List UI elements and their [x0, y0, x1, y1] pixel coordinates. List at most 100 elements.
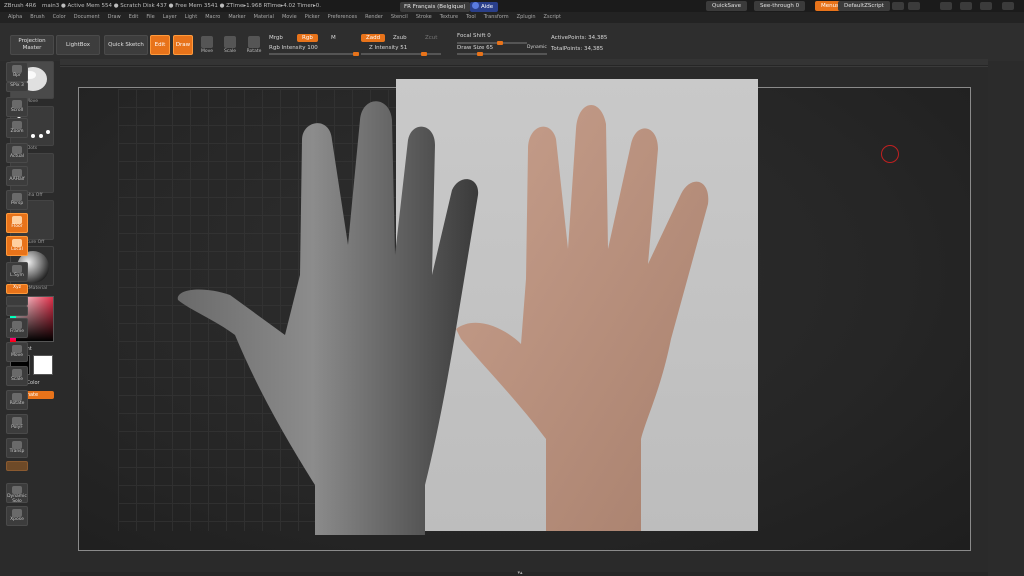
- menu-brush[interactable]: Brush: [30, 14, 44, 20]
- window-icon-1[interactable]: [892, 2, 904, 10]
- persp-icon: [12, 193, 22, 201]
- menu-light[interactable]: Light: [185, 14, 197, 20]
- menu-bar: Alpha Brush Color Document Draw Edit File Layer…: [0, 12, 1024, 23]
- right-shelf-label: Zoom: [10, 129, 24, 134]
- right-shelf-dynamic-solo[interactable]: Dynamic Solo: [6, 483, 28, 504]
- m-toggle[interactable]: M: [331, 35, 336, 41]
- draw-button[interactable]: Draw: [173, 35, 193, 55]
- z-intensity-slider[interactable]: [361, 52, 441, 56]
- right-shelf-zoom[interactable]: Zoom: [6, 118, 28, 138]
- zadd-toggle[interactable]: Zadd: [361, 34, 386, 42]
- move-tool[interactable]: Move: [199, 36, 215, 54]
- right-shelf-label: Frame: [9, 329, 25, 334]
- right-shelf-actual[interactable]: Actual: [6, 143, 28, 163]
- right-shelf-label: L.Sym: [10, 273, 24, 278]
- right-shelf-label: Dynamic Solo: [7, 494, 27, 504]
- right-shelf-frame[interactable]: Frame: [6, 318, 28, 338]
- right-shelf-floor[interactable]: Floor: [6, 213, 28, 233]
- rotate-tool[interactable]: Rotate: [245, 36, 263, 54]
- menu-movie[interactable]: Movie: [282, 14, 297, 20]
- menu-render[interactable]: Render: [365, 14, 383, 20]
- right-shelf-spix-3[interactable]: SPix 3: [6, 82, 28, 92]
- menu-material[interactable]: Material: [254, 14, 274, 20]
- window-icon-3[interactable]: [940, 2, 952, 10]
- menu-edit[interactable]: Edit: [129, 14, 139, 20]
- right-shelf-rotate[interactable]: Rotate: [6, 390, 28, 410]
- menu-draw[interactable]: Draw: [108, 14, 121, 20]
- right-shelf-scale[interactable]: Scale: [6, 366, 28, 386]
- right-shelf-label: Actual: [9, 154, 25, 159]
- rgb-toggle[interactable]: Rgb: [297, 34, 318, 42]
- right-shelf-persp[interactable]: Persp: [6, 190, 28, 210]
- bottom-tray-arrows-icon[interactable]: ▾▴: [505, 570, 535, 576]
- menu-color[interactable]: Color: [53, 14, 66, 20]
- quicksave-button[interactable]: QuickSave: [706, 1, 748, 11]
- mrgb-toggle[interactable]: Mrgb: [269, 35, 283, 41]
- aahalf-icon: [12, 169, 22, 177]
- right-shelf-label: Scale: [10, 377, 24, 382]
- right-shelf-bpr[interactable]: Bpr: [6, 62, 28, 82]
- dynamic-toggle[interactable]: Dynamic: [527, 45, 547, 50]
- right-shelf-blank-11[interactable]: [6, 296, 28, 306]
- menu-document[interactable]: Document: [74, 14, 100, 20]
- language-selector[interactable]: FR Français (Belgique): [400, 2, 470, 12]
- right-shelf-label: SPix 3: [10, 83, 24, 88]
- secondary-color-swatch[interactable]: [33, 355, 53, 375]
- right-shelf-scroll[interactable]: Scroll: [6, 97, 28, 117]
- scale-tool[interactable]: Scale: [222, 36, 238, 54]
- close-icon[interactable]: [1002, 2, 1014, 10]
- right-shelf-xyz[interactable]: Xyz: [6, 284, 28, 294]
- lightbox-button[interactable]: LightBox: [56, 35, 100, 55]
- scale-icon: [12, 369, 22, 377]
- menu-zplugin[interactable]: Zplugin: [517, 14, 536, 20]
- total-points: TotalPoints: 34,385: [551, 46, 604, 52]
- projection-master-button[interactable]: Projection Master: [10, 35, 54, 55]
- menu-stroke[interactable]: Stroke: [416, 14, 432, 20]
- polyf-icon: [12, 417, 22, 425]
- menu-preferences[interactable]: Preferences: [328, 14, 357, 20]
- focal-shift-slider[interactable]: [457, 41, 527, 45]
- actual-icon: [12, 146, 22, 154]
- menu-zscript[interactable]: Zscript: [544, 14, 561, 20]
- right-shelf-blank-12[interactable]: [6, 306, 28, 316]
- menu-marker[interactable]: Marker: [228, 14, 245, 20]
- minimize-icon[interactable]: [960, 2, 972, 10]
- menu-transform[interactable]: Transform: [484, 14, 509, 20]
- menu-tool[interactable]: Tool: [466, 14, 476, 20]
- horizontal-scrollbar[interactable]: [60, 59, 988, 65]
- menu-texture[interactable]: Texture: [440, 14, 458, 20]
- zsub-toggle[interactable]: Zsub: [393, 35, 407, 41]
- quick-sketch-button[interactable]: Quick Sketch: [104, 35, 148, 55]
- draw-size-slider[interactable]: [457, 52, 547, 56]
- zcut-toggle[interactable]: Zcut: [425, 35, 437, 41]
- default-zscript-button[interactable]: DefaultZScript: [838, 1, 890, 11]
- rgb-intensity-slider[interactable]: [269, 52, 359, 56]
- right-shelf-label: Transp: [9, 449, 25, 454]
- menu-layer[interactable]: Layer: [163, 14, 177, 20]
- right-shelf: [988, 61, 1024, 576]
- right-shelf-local[interactable]: Local: [6, 236, 28, 256]
- right-shelf-xpose[interactable]: Xpose: [6, 506, 28, 526]
- menu-stencil[interactable]: Stencil: [391, 14, 408, 20]
- help-label: Aide: [481, 4, 494, 10]
- right-shelf-transp[interactable]: Transp: [6, 438, 28, 458]
- maximize-icon[interactable]: [980, 2, 992, 10]
- right-shelf-aahalf[interactable]: AAHalf: [6, 166, 28, 186]
- right-shelf-polyf[interactable]: PolyF: [6, 414, 28, 434]
- menu-picker[interactable]: Picker: [305, 14, 320, 20]
- zbrush-window: ZBrush 4R6 main3 ● Active Mem 554 ● Scra…: [0, 0, 1024, 576]
- see-through-slider[interactable]: See-through 0: [754, 1, 806, 11]
- menu-file[interactable]: File: [146, 14, 154, 20]
- l-sym-icon: [12, 265, 22, 273]
- right-shelf-label: Persp: [10, 201, 24, 206]
- right-shelf-label: Local: [11, 247, 23, 252]
- edit-button[interactable]: Edit: [150, 35, 170, 55]
- window-icon-2[interactable]: [908, 2, 920, 10]
- right-shelf-blank-19[interactable]: [6, 461, 28, 471]
- help-button[interactable]: Aide: [470, 2, 499, 12]
- right-shelf-move[interactable]: Move: [6, 342, 28, 362]
- menu-macro[interactable]: Macro: [205, 14, 220, 20]
- right-shelf-label: Xpose: [10, 517, 24, 522]
- right-shelf-l-sym[interactable]: L.Sym: [6, 262, 28, 282]
- menu-alpha[interactable]: Alpha: [8, 14, 22, 20]
